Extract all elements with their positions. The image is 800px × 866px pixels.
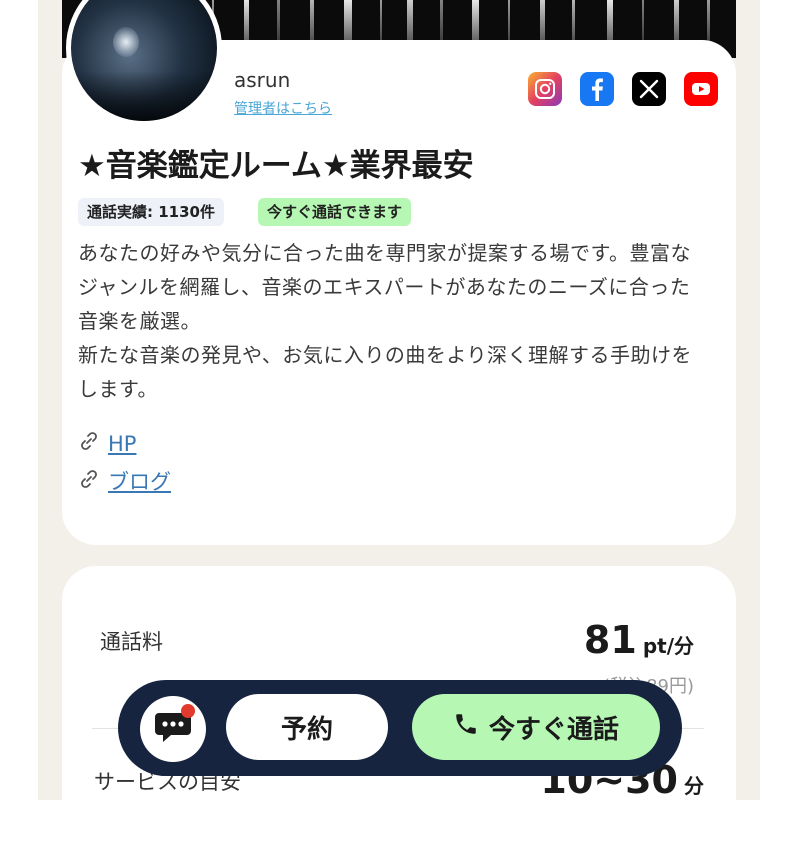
profile-description: あなたの好みや気分に合った曲を専門家が提案する場です。豊富なジャンルを網羅し、音… bbox=[78, 236, 708, 406]
profile-username: asrun bbox=[234, 68, 291, 92]
link-icon bbox=[78, 430, 100, 457]
profile-avatar bbox=[66, 0, 222, 126]
admin-link[interactable]: 管理者はこちら bbox=[234, 98, 332, 118]
call-now-label: 今すぐ通話 bbox=[488, 714, 619, 745]
call-fee-number: 81 bbox=[583, 618, 637, 662]
notification-dot bbox=[181, 704, 195, 718]
call-fee-unit: pt/分 bbox=[642, 634, 694, 658]
hp-link[interactable]: HP bbox=[108, 432, 136, 456]
call-fee-value: 81 pt/分 bbox=[584, 618, 694, 662]
call-record-badge: 通話実績: 1130件 bbox=[78, 198, 224, 226]
hp-link-row[interactable]: HP bbox=[78, 430, 136, 457]
page-title: ★音楽鑑定ルーム★業界最安 bbox=[78, 148, 474, 184]
call-now-button[interactable]: 今すぐ通話 bbox=[412, 694, 660, 760]
call-fee-label: 通話料 bbox=[100, 630, 163, 654]
link-icon bbox=[78, 468, 100, 495]
blog-link[interactable]: ブログ bbox=[108, 466, 171, 496]
x-icon[interactable] bbox=[632, 72, 666, 106]
description-paragraph: 新たな音楽の発見や、お気に入りの曲をより深く理解する手助けをします。 bbox=[78, 343, 692, 401]
blog-link-row[interactable]: ブログ bbox=[78, 466, 171, 496]
description-paragraph: あなたの好みや気分に合った曲を専門家が提案する場です。豊富なジャンルを網羅し、音… bbox=[78, 241, 691, 333]
chat-button[interactable] bbox=[140, 696, 206, 762]
youtube-icon[interactable] bbox=[684, 72, 718, 106]
available-status-badge: 今すぐ通話できます bbox=[258, 198, 412, 226]
service-time-unit: 分 bbox=[684, 774, 704, 798]
instagram-icon[interactable] bbox=[528, 72, 562, 106]
phone-icon bbox=[453, 711, 479, 744]
facebook-icon[interactable] bbox=[580, 72, 614, 106]
reserve-button[interactable]: 予約 bbox=[226, 694, 388, 760]
